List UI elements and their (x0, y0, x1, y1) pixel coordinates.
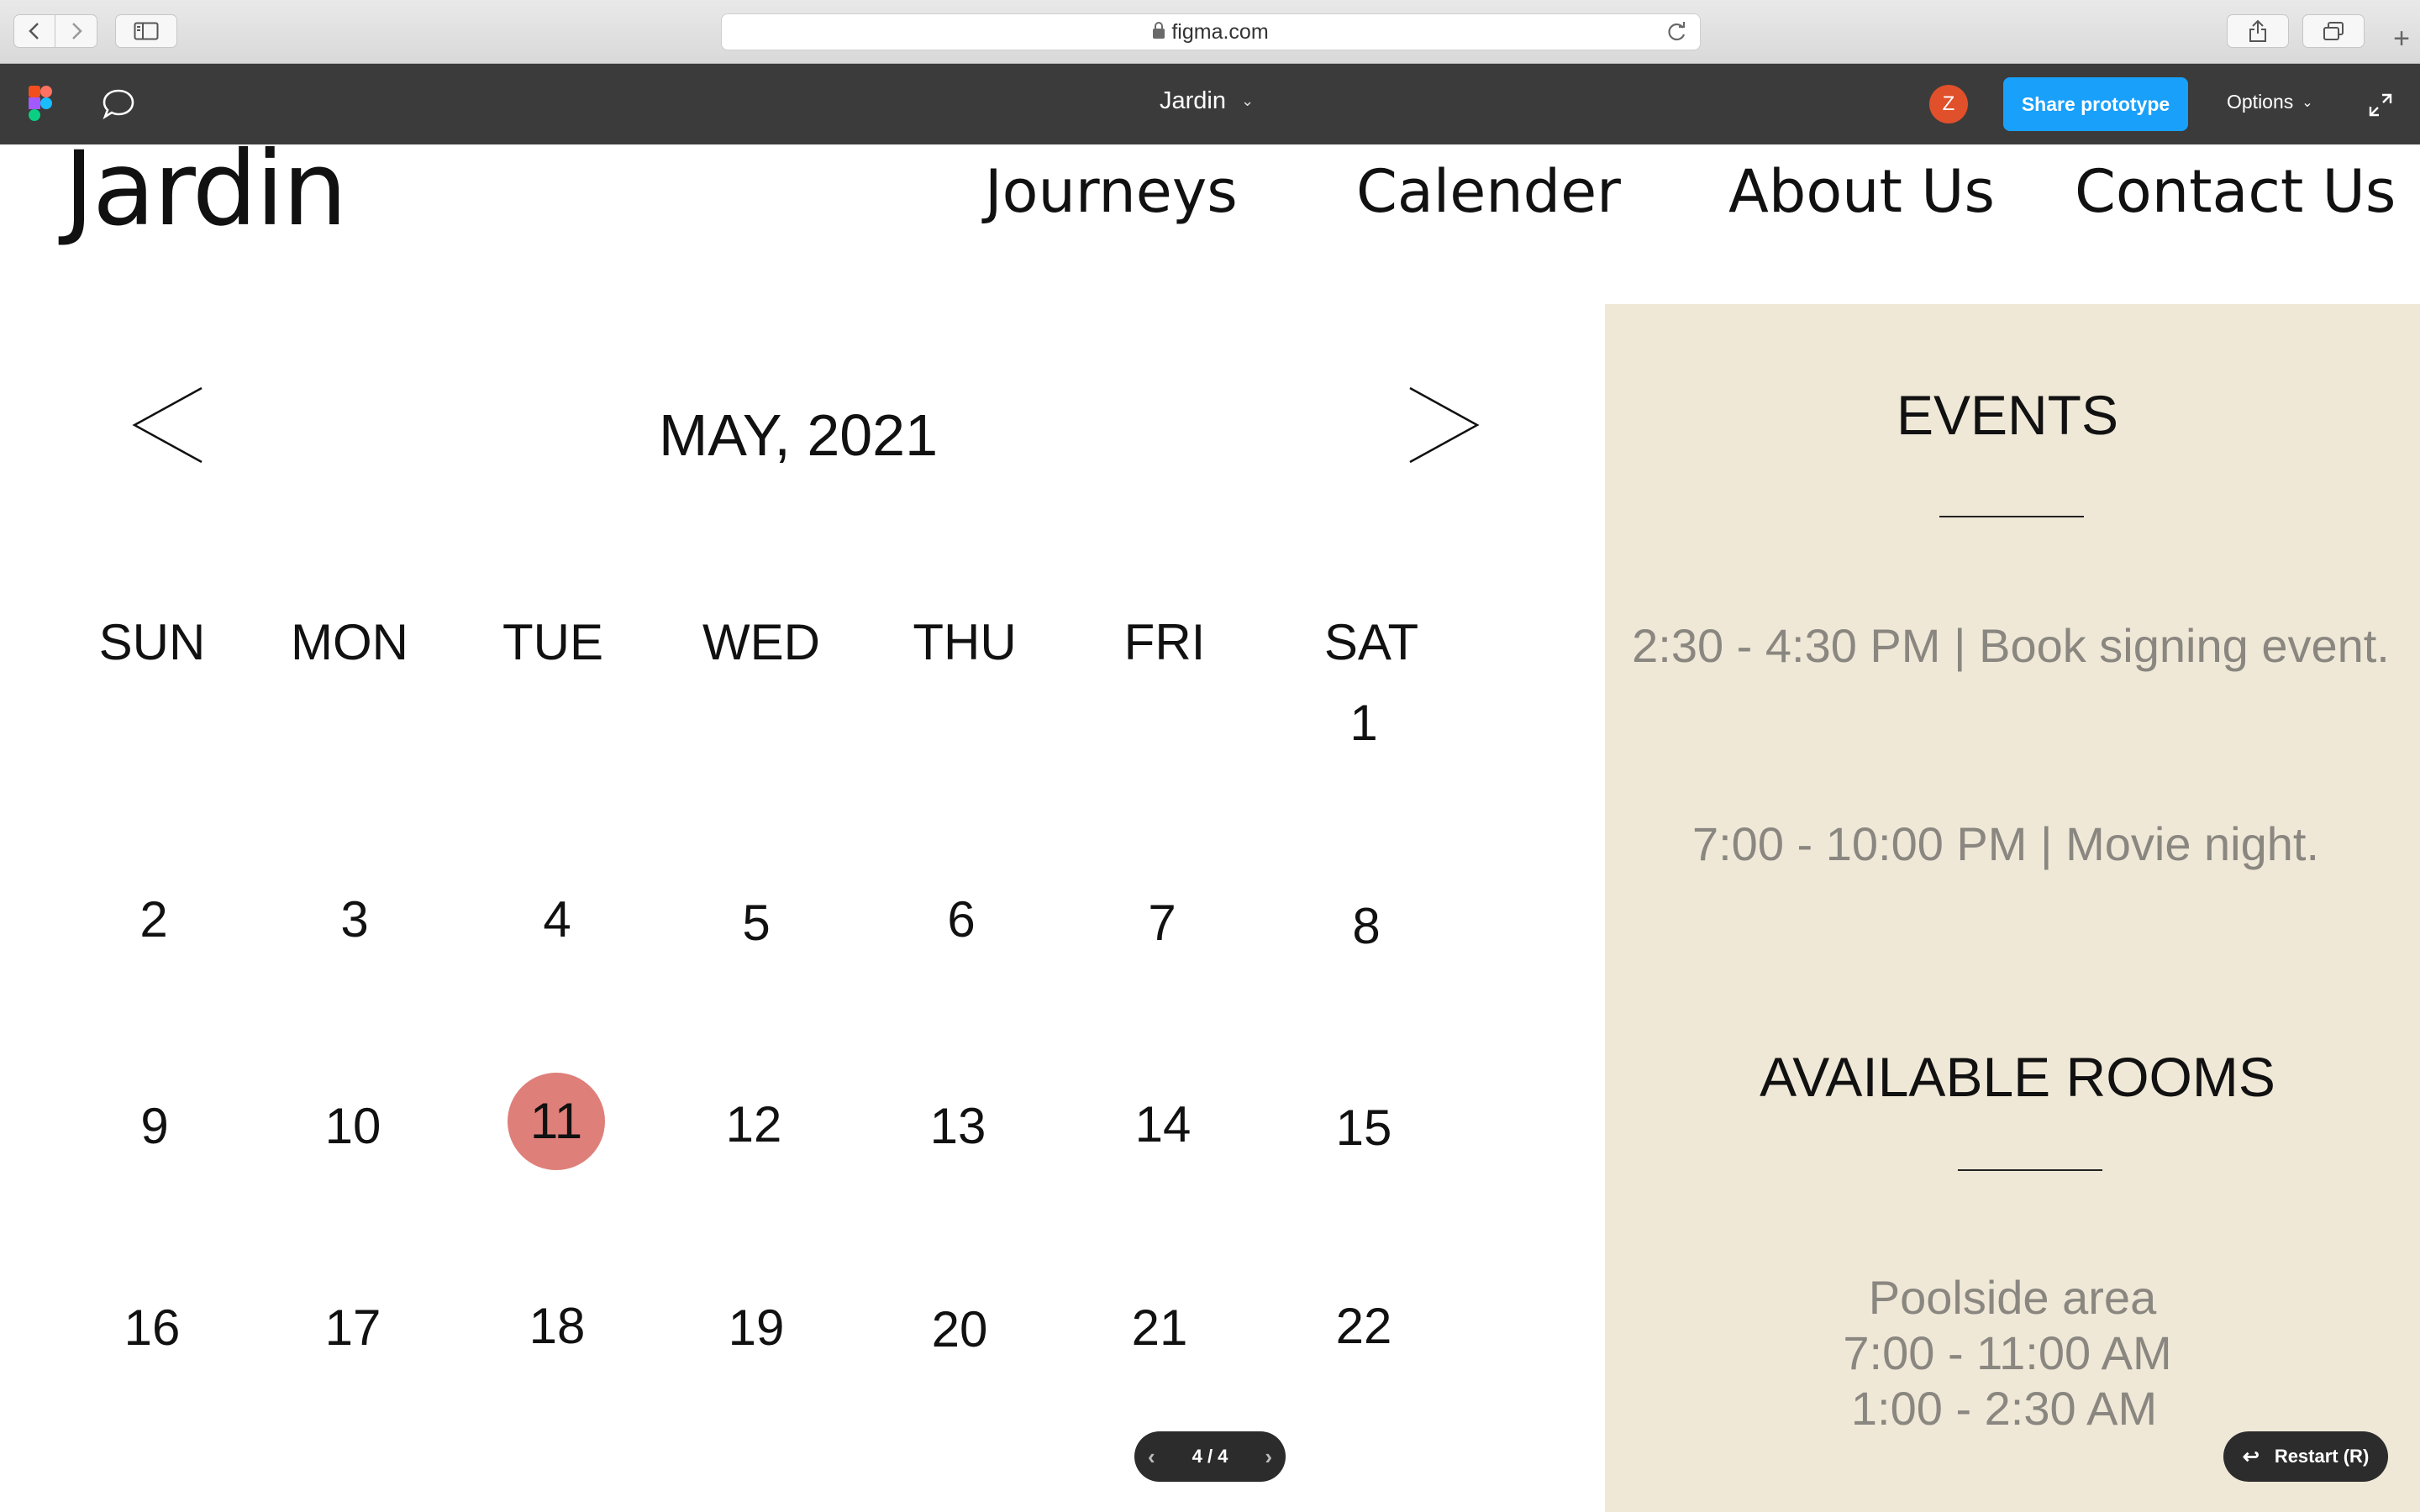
share-icon (2249, 19, 2266, 42)
calendar-day[interactable]: 1 (1292, 694, 1435, 753)
divider (1958, 1169, 2102, 1171)
calendar-day[interactable]: 12 (682, 1095, 825, 1154)
calendar-day[interactable]: 10 (281, 1097, 424, 1156)
room-name: Poolside area (1868, 1271, 2157, 1324)
comment-icon[interactable] (101, 87, 136, 121)
calendar-day[interactable]: 6 (890, 890, 1033, 949)
chevron-left-icon (29, 23, 39, 39)
room-time: 1:00 - 2:30 AM (1850, 1382, 2158, 1435)
room-time: 7:00 - 11:00 AM (1843, 1326, 2172, 1379)
restart-button[interactable]: ↩ Restart (R) (2223, 1431, 2388, 1482)
share-prototype-button[interactable]: Share prototype (2003, 77, 2188, 131)
calendar-day[interactable]: 19 (685, 1299, 828, 1357)
chevron-down-icon: ⌄ (1241, 92, 1255, 109)
divider (1939, 516, 2084, 517)
browser-share-button[interactable] (2227, 14, 2289, 48)
file-title-menu[interactable]: Jardin ⌄ (1160, 87, 1254, 115)
sidebar-toggle-button[interactable] (115, 14, 177, 48)
sidebar-icon (134, 22, 159, 40)
weekday-label: WED (702, 614, 820, 670)
calendar-day[interactable]: 4 (486, 890, 629, 949)
back-button[interactable] (13, 14, 55, 48)
page-indicator: 4 / 4 (1192, 1446, 1228, 1467)
options-menu[interactable]: Options ⌄ (2227, 91, 2313, 113)
tabs-icon (2323, 22, 2344, 40)
file-title: Jardin (1160, 87, 1226, 114)
calendar-day[interactable]: 8 (1295, 897, 1438, 956)
calendar-day[interactable]: 18 (486, 1297, 629, 1356)
figma-toolbar: Jardin ⌄ Z Share prototype Options ⌄ (0, 64, 2420, 144)
calendar-day[interactable]: 20 (888, 1300, 1031, 1359)
new-tab-button[interactable]: + (2383, 22, 2420, 55)
next-month-arrow-icon[interactable] (1408, 385, 1481, 465)
month-title: MAY, 2021 (658, 402, 939, 468)
calendar-day[interactable]: 7 (1091, 894, 1234, 953)
address-bar[interactable]: figma.com (721, 13, 1701, 50)
figma-logo-icon[interactable] (29, 86, 52, 121)
weekday-label: THU (913, 614, 1017, 670)
lock-icon (1153, 22, 1165, 39)
user-avatar[interactable]: Z (1929, 85, 1968, 123)
nav-link-about-us[interactable]: About Us (1728, 158, 1995, 225)
calendar-day[interactable]: 14 (1092, 1095, 1234, 1154)
calendar-day[interactable]: 13 (886, 1097, 1029, 1156)
calendar-day[interactable]: 15 (1292, 1099, 1435, 1158)
nav-link-contact-us[interactable]: Contact Us (2075, 158, 2396, 225)
options-label: Options (2227, 91, 2294, 113)
tab-overview-button[interactable] (2302, 14, 2365, 48)
event-item: 7:00 - 10:00 PM | Movie night. (1691, 817, 2320, 870)
site-logo[interactable]: Jardin (64, 134, 347, 244)
prev-frame-icon[interactable]: ‹ (1148, 1444, 1155, 1470)
chevron-right-icon (71, 23, 82, 39)
events-heading: EVENTS (1896, 384, 2119, 446)
expand-icon[interactable] (2368, 92, 2393, 118)
restart-label: Restart (R) (2274, 1446, 2370, 1467)
weekday-label: FRI (1123, 614, 1206, 670)
calendar-day[interactable]: 9 (83, 1097, 226, 1156)
calendar-day[interactable]: 17 (281, 1299, 424, 1357)
return-arrow-icon: ↩ (2242, 1445, 2260, 1468)
calendar-day[interactable]: 2 (82, 890, 225, 949)
calendar-day[interactable]: 21 (1088, 1299, 1231, 1357)
nav-link-journeys[interactable]: Journeys (985, 158, 1238, 225)
weekday-label: SUN (98, 614, 206, 670)
forward-button[interactable] (55, 14, 97, 48)
calendar-day[interactable]: 16 (81, 1299, 224, 1357)
history-nav (13, 14, 99, 48)
browser-toolbar: figma.com + (0, 0, 2420, 64)
calendar-day[interactable]: 3 (283, 890, 426, 949)
url-text: figma.com (1171, 19, 1269, 44)
weekday-label: MON (291, 614, 408, 670)
calendar-day-selected[interactable]: 11 (485, 1092, 628, 1151)
weekday-label: SAT (1323, 614, 1419, 670)
calendar-day[interactable]: 5 (685, 894, 828, 953)
nav-link-calender[interactable]: Calender (1356, 158, 1621, 225)
chevron-down-icon: ⌄ (2302, 95, 2313, 110)
prototype-pager: ‹ 4 / 4 › (1134, 1431, 1286, 1482)
event-item: 2:30 - 4:30 PM | Book signing event. (1632, 619, 2390, 672)
events-panel: EVENTS 2:30 - 4:30 PM | Book signing eve… (1605, 304, 2420, 1512)
calendar-day[interactable]: 22 (1292, 1297, 1435, 1356)
weekday-label: TUE (502, 614, 603, 670)
prev-month-arrow-icon[interactable] (131, 385, 203, 465)
available-rooms-heading: AVAILABLE ROOMS (1760, 1046, 2275, 1108)
reload-icon[interactable] (1666, 21, 1688, 43)
next-frame-icon[interactable]: › (1265, 1444, 1272, 1470)
